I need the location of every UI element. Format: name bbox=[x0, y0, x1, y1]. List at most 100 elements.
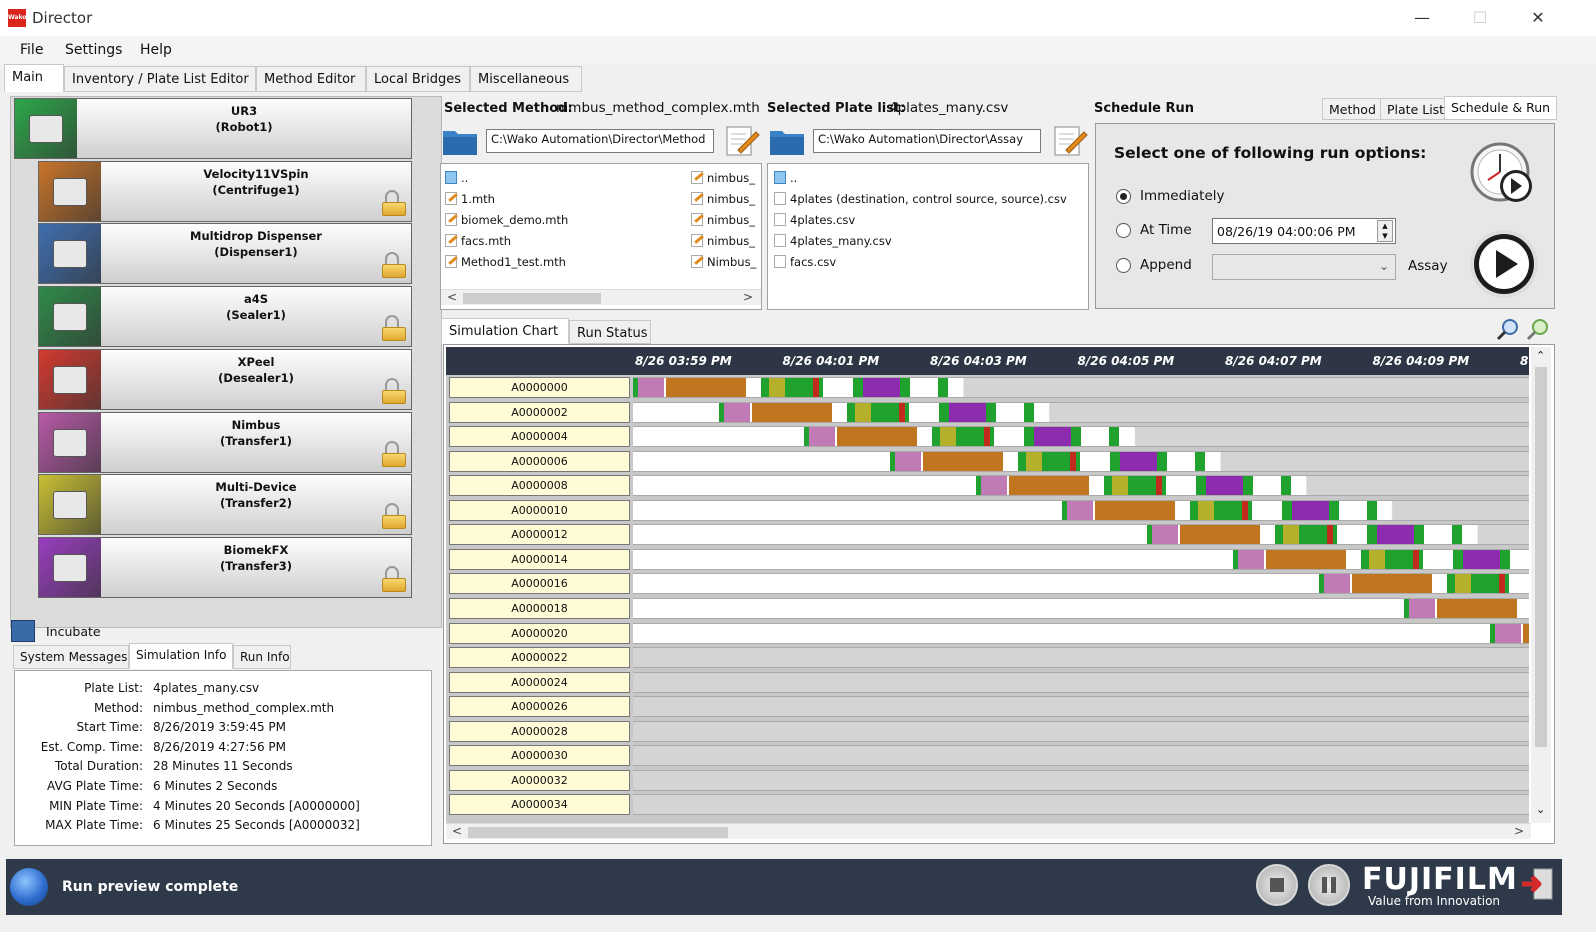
process-block[interactable] bbox=[1247, 500, 1252, 520]
tab-inventory[interactable]: Inventory / Plate List Editor bbox=[64, 66, 256, 92]
process-block[interactable] bbox=[990, 427, 995, 447]
process-block[interactable] bbox=[1452, 549, 1463, 569]
process-block[interactable] bbox=[1291, 500, 1329, 520]
process-block[interactable] bbox=[1109, 427, 1120, 447]
tab-run-info[interactable]: Run Info bbox=[233, 645, 291, 669]
process-block[interactable] bbox=[1323, 574, 1350, 594]
process-block[interactable] bbox=[1120, 451, 1158, 471]
process-block[interactable] bbox=[1026, 451, 1043, 471]
process-block[interactable] bbox=[1484, 574, 1499, 594]
edit-platelist-icon[interactable] bbox=[1052, 122, 1088, 158]
plate-label[interactable]: A0000020 bbox=[449, 622, 630, 644]
file-item[interactable]: nimbus_ bbox=[691, 233, 755, 249]
plate-label[interactable]: A0000030 bbox=[449, 745, 630, 767]
process-block[interactable] bbox=[938, 402, 949, 422]
file-item[interactable]: .. bbox=[445, 170, 468, 186]
file-item[interactable]: nimbus_ bbox=[691, 212, 755, 228]
process-block[interactable] bbox=[863, 378, 900, 397]
device-card[interactable]: Velocity11VSpin (Centrifuge1) bbox=[38, 160, 412, 222]
process-block[interactable] bbox=[960, 427, 971, 447]
process-block[interactable] bbox=[819, 378, 823, 397]
process-block[interactable] bbox=[900, 378, 910, 397]
file-item[interactable]: Method1_test.mth bbox=[445, 254, 566, 270]
radio-at-time[interactable] bbox=[1116, 223, 1131, 238]
scroll-down-icon[interactable]: ⌄ bbox=[1536, 803, 1545, 816]
tab-plate-list[interactable]: Plate List bbox=[1380, 98, 1452, 120]
tab-schedule-run[interactable]: Schedule & Run bbox=[1444, 96, 1558, 120]
plate-label[interactable]: A0000006 bbox=[449, 450, 630, 472]
file-item[interactable]: facs.mth bbox=[445, 233, 511, 249]
process-block[interactable] bbox=[1131, 476, 1142, 496]
device-card[interactable]: UR3 (Robot1) bbox=[14, 98, 412, 159]
process-block[interactable] bbox=[940, 427, 957, 447]
process-block[interactable] bbox=[853, 378, 863, 397]
scroll-left-icon[interactable]: < bbox=[447, 290, 457, 304]
method-path-input[interactable]: C:\Wako Automation\Director\Method bbox=[486, 129, 714, 153]
lock-icon[interactable] bbox=[382, 189, 406, 216]
time-spinner[interactable]: ▲ ▼ bbox=[1377, 220, 1393, 242]
process-block[interactable] bbox=[932, 427, 941, 447]
process-block[interactable] bbox=[1237, 549, 1264, 569]
process-block[interactable] bbox=[1414, 525, 1425, 545]
process-block[interactable] bbox=[1161, 476, 1166, 496]
lock-icon[interactable] bbox=[382, 565, 406, 592]
process-block[interactable] bbox=[1152, 525, 1179, 545]
plate-label[interactable]: A0000018 bbox=[449, 597, 630, 619]
process-block[interactable] bbox=[666, 378, 746, 397]
process-block[interactable] bbox=[638, 378, 664, 397]
file-item[interactable]: 4plates_many.csv bbox=[774, 233, 892, 249]
tab-miscellaneous[interactable]: Miscellaneous bbox=[470, 66, 582, 92]
file-item[interactable]: facs.csv bbox=[774, 254, 836, 270]
plate-label[interactable]: A0000028 bbox=[449, 720, 630, 742]
scroll-right-icon[interactable]: > bbox=[743, 290, 753, 304]
process-block[interactable] bbox=[1437, 598, 1518, 618]
process-block[interactable] bbox=[751, 402, 832, 422]
process-block[interactable] bbox=[769, 378, 785, 397]
process-block[interactable] bbox=[1141, 476, 1156, 496]
plate-label[interactable]: A0000034 bbox=[449, 794, 630, 816]
process-block[interactable] bbox=[1275, 525, 1284, 545]
process-block[interactable] bbox=[1066, 500, 1093, 520]
process-block[interactable] bbox=[1217, 500, 1228, 520]
tab-system-messages[interactable]: System Messages bbox=[13, 645, 129, 669]
plate-label[interactable]: A0000026 bbox=[449, 696, 630, 718]
close-button[interactable]: ✕ bbox=[1520, 6, 1556, 30]
process-block[interactable] bbox=[1157, 451, 1168, 471]
process-block[interactable] bbox=[1398, 549, 1413, 569]
exit-icon[interactable] bbox=[1520, 866, 1556, 902]
file-item[interactable]: Nimbus_ bbox=[691, 254, 756, 270]
plate-label[interactable]: A0000004 bbox=[449, 426, 630, 448]
edit-method-icon[interactable] bbox=[724, 122, 760, 158]
process-block[interactable] bbox=[1195, 476, 1206, 496]
process-block[interactable] bbox=[1454, 574, 1471, 594]
process-block[interactable] bbox=[799, 378, 813, 397]
device-card[interactable]: XPeel (Desealer1) bbox=[38, 348, 412, 410]
process-block[interactable] bbox=[789, 378, 799, 397]
device-card[interactable]: Nimbus (Transfer1) bbox=[38, 411, 412, 473]
process-block[interactable] bbox=[1283, 525, 1300, 545]
menu-settings[interactable]: Settings bbox=[65, 42, 122, 58]
file-item[interactable]: 4plates.csv bbox=[774, 212, 855, 228]
process-block[interactable] bbox=[1103, 476, 1112, 496]
tab-method-editor[interactable]: Method Editor bbox=[256, 66, 366, 92]
process-block[interactable] bbox=[1351, 574, 1432, 594]
tab-run-status[interactable]: Run Status bbox=[569, 320, 651, 344]
tab-local-bridges[interactable]: Local Bridges bbox=[366, 66, 470, 92]
file-item[interactable]: biomek_demo.mth bbox=[445, 212, 568, 228]
process-block[interactable] bbox=[723, 402, 750, 422]
process-block[interactable] bbox=[1313, 525, 1328, 545]
process-block[interactable] bbox=[809, 427, 836, 447]
process-block[interactable] bbox=[980, 476, 1007, 496]
plate-label[interactable]: A0000012 bbox=[449, 524, 630, 546]
folder-icon[interactable] bbox=[442, 126, 478, 156]
process-block[interactable] bbox=[895, 451, 922, 471]
run-play-icon[interactable] bbox=[1468, 228, 1540, 300]
plate-label[interactable]: A0000002 bbox=[449, 401, 630, 423]
lock-icon[interactable] bbox=[382, 252, 406, 279]
process-block[interactable] bbox=[923, 451, 1004, 471]
process-block[interactable] bbox=[1071, 427, 1082, 447]
tab-simulation-chart[interactable]: Simulation Chart bbox=[441, 318, 569, 344]
process-block[interactable] bbox=[1265, 549, 1346, 569]
process-block[interactable] bbox=[1046, 451, 1057, 471]
vertical-scrollbar[interactable]: ⌃ ⌄ bbox=[1531, 347, 1551, 823]
